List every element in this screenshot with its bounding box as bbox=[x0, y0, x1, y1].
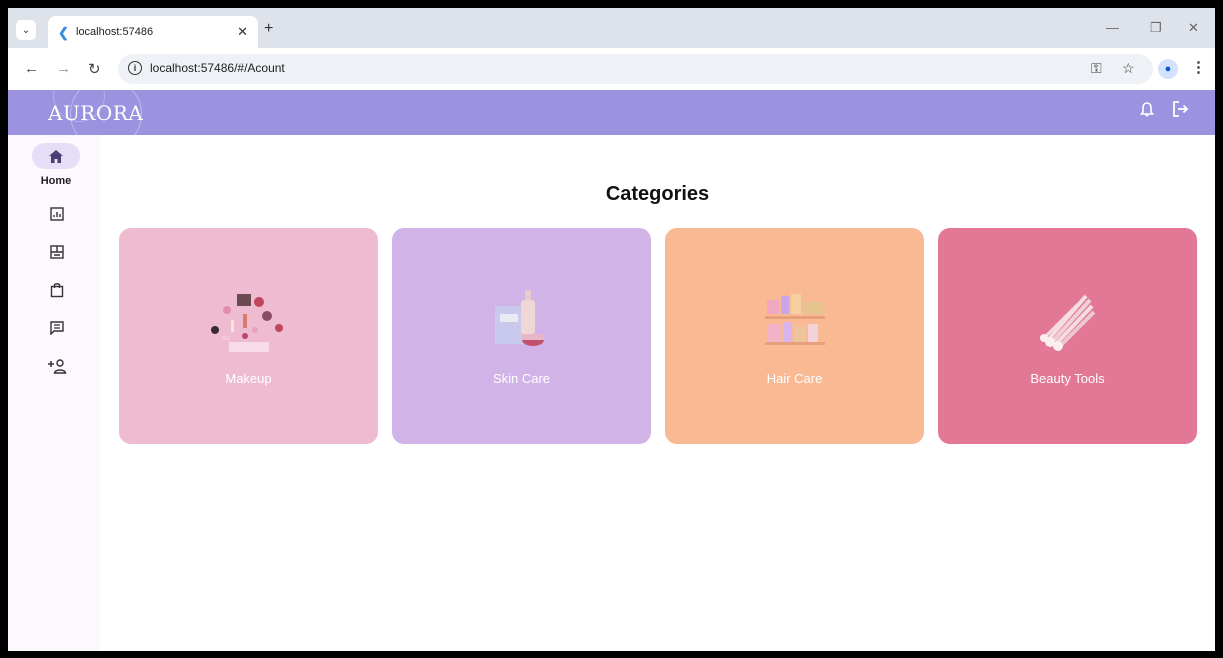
home-icon bbox=[49, 149, 63, 163]
chevron-down-icon: ⌄ bbox=[21, 24, 31, 36]
category-label: Skin Care bbox=[492, 371, 551, 386]
skin-care-products-image bbox=[495, 290, 544, 346]
nav-dashboard-button[interactable] bbox=[46, 203, 68, 225]
tab-title: localhost:57486 bbox=[76, 26, 154, 38]
app-logo: AURORA bbox=[48, 101, 144, 125]
page-title: Categories bbox=[605, 183, 710, 205]
info-icon[interactable]: i bbox=[128, 61, 142, 75]
browser-window: ⌄ ❮ localhost:57486 ✕ + — ❐ ✕ ← → ↻ i lo… bbox=[8, 8, 1215, 651]
close-window-icon[interactable]: ✕ bbox=[1188, 20, 1199, 36]
url-text: localhost:57486/#/Acount bbox=[150, 61, 285, 75]
logout-icon[interactable] bbox=[1172, 100, 1190, 123]
close-tab-icon[interactable]: ✕ bbox=[237, 24, 248, 40]
star-icon[interactable]: ☆ bbox=[1122, 60, 1135, 77]
makeup-products-image bbox=[211, 294, 283, 352]
category-card-hair-care[interactable]: Hair Care bbox=[665, 228, 924, 444]
minimize-icon[interactable]: — bbox=[1106, 20, 1119, 35]
nav-messages-button[interactable] bbox=[46, 317, 68, 339]
more-menu-icon[interactable]: ⋮ bbox=[1191, 58, 1206, 76]
shopping-bag-icon bbox=[50, 283, 64, 298]
forward-icon[interactable]: → bbox=[56, 60, 71, 77]
add-user-icon bbox=[48, 359, 67, 374]
flutter-icon: ❮ bbox=[58, 25, 69, 40]
nav-orders-button[interactable] bbox=[46, 279, 68, 301]
reload-icon[interactable]: ↻ bbox=[88, 60, 101, 78]
restore-icon[interactable]: ❐ bbox=[1150, 20, 1162, 36]
profile-icon[interactable]: ● bbox=[1158, 59, 1178, 79]
back-icon[interactable]: ← bbox=[24, 60, 39, 77]
category-label: Beauty Tools bbox=[1030, 371, 1105, 386]
main-content: Categories Makeup Skin Care Hair Care Be… bbox=[100, 135, 1215, 651]
category-card-makeup[interactable]: Makeup bbox=[119, 228, 378, 444]
category-card-beauty-tools[interactable]: Beauty Tools bbox=[938, 228, 1197, 444]
bell-icon[interactable] bbox=[1139, 102, 1155, 123]
analytics-icon bbox=[50, 207, 64, 221]
tab-strip: ⌄ ❮ localhost:57486 ✕ + — ❐ ✕ bbox=[8, 8, 1215, 48]
category-label: Hair Care bbox=[766, 371, 823, 386]
chat-icon bbox=[50, 321, 64, 335]
browser-toolbar: ← → ↻ i localhost:57486/#/Acount ⚿ ☆ ● ⋮ bbox=[8, 48, 1215, 90]
key-icon[interactable]: ⚿ bbox=[1091, 60, 1102, 77]
nav-inventory-button[interactable] bbox=[46, 241, 68, 263]
tab-search-button[interactable]: ⌄ bbox=[16, 20, 36, 40]
new-tab-button[interactable]: + bbox=[264, 20, 273, 38]
nav-home-button[interactable] bbox=[32, 143, 80, 169]
nav-rail: Home bbox=[8, 135, 100, 651]
dashboard-icon bbox=[50, 245, 64, 259]
nav-add-user-button[interactable] bbox=[46, 355, 68, 377]
category-label: Makeup bbox=[225, 371, 272, 386]
app-header: AURORA bbox=[8, 90, 1215, 135]
address-bar[interactable]: i localhost:57486/#/Acount ⚿ ☆ bbox=[118, 54, 1153, 84]
category-card-skin-care[interactable]: Skin Care bbox=[392, 228, 651, 444]
brush-set-image bbox=[1040, 294, 1096, 351]
nav-home-label: Home bbox=[40, 175, 72, 187]
hair-care-products-image bbox=[765, 294, 825, 345]
browser-tab[interactable]: ❮ localhost:57486 ✕ bbox=[48, 16, 258, 48]
